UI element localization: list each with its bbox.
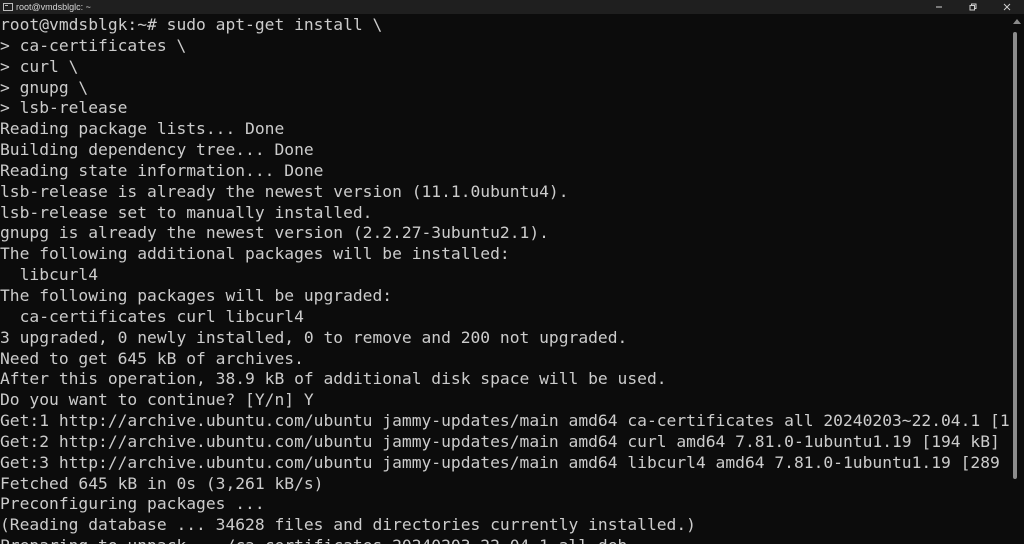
restore-button[interactable] xyxy=(956,0,990,14)
terminal-line: Reading package lists... Done xyxy=(0,119,285,139)
terminal-line: 3 upgraded, 0 newly installed, 0 to remo… xyxy=(0,327,628,347)
terminal-line: Fetched 645 kB in 0s (3,261 kB/s) xyxy=(0,473,324,493)
window-controls xyxy=(922,0,1024,14)
minimize-icon xyxy=(936,6,942,8)
terminal-line: ca-certificates curl libcurl4 xyxy=(0,306,304,326)
terminal-line: > lsb-release xyxy=(0,98,128,118)
title-bar[interactable]: root@vmdsblglc: ~ xyxy=(0,0,1024,14)
terminal-line: After this operation, 38.9 kB of additio… xyxy=(0,369,667,389)
terminal-line: Get:1 http://archive.ubuntu.com/ubuntu j… xyxy=(0,411,1010,431)
terminal-line: Need to get 645 kB of archives. xyxy=(0,348,304,368)
terminal-line: Preconfiguring packages ... xyxy=(0,494,265,514)
terminal-line: libcurl4 xyxy=(0,265,99,285)
terminal-line: The following additional packages will b… xyxy=(0,244,510,264)
terminal-window: root@vmdsblglc: ~ root@vmdsblgk:~# sudo … xyxy=(0,0,1024,544)
terminal-line: root@vmdsblgk:~# sudo apt-get install \ xyxy=(0,15,383,34)
scroll-up-arrow-icon[interactable] xyxy=(1013,19,1021,24)
vertical-scrollbar[interactable] xyxy=(1010,15,1024,544)
terminal-line: Do you want to continue? [Y/n] Y xyxy=(0,390,314,410)
terminal-line: lsb-release set to manually installed. xyxy=(0,202,373,222)
terminal-line: Preparing to unpack .../ca-certificates_… xyxy=(0,536,1010,544)
terminal-line: Reading state information... Done xyxy=(0,160,324,180)
terminal-line: Get:2 http://archive.ubuntu.com/ubuntu j… xyxy=(0,431,1000,451)
terminal-line: lsb-release is already the newest versio… xyxy=(0,181,569,201)
restore-icon xyxy=(969,3,977,11)
window-title: root@vmdsblglc: ~ xyxy=(16,2,91,12)
close-button[interactable] xyxy=(990,0,1024,14)
terminal-line: > curl \ xyxy=(0,56,79,76)
close-icon xyxy=(1003,3,1011,11)
terminal-line: Building dependency tree... Done xyxy=(0,140,314,160)
terminal-line: > ca-certificates \ xyxy=(0,35,187,55)
terminal-line: Get:3 http://archive.ubuntu.com/ubuntu j… xyxy=(0,452,1010,472)
scrollbar-thumb[interactable] xyxy=(1013,32,1017,479)
terminal-line: (Reading database ... 34628 files and di… xyxy=(0,515,696,535)
terminal-icon xyxy=(3,3,13,11)
terminal-output[interactable]: root@vmdsblgk:~# sudo apt-get install \ >… xyxy=(0,15,1010,544)
terminal-line: The following packages will be upgraded: xyxy=(0,285,393,305)
terminal-line: > gnupg \ xyxy=(0,77,89,97)
minimize-button[interactable] xyxy=(922,0,956,14)
terminal-line: gnupg is already the newest version (2.2… xyxy=(0,223,549,243)
